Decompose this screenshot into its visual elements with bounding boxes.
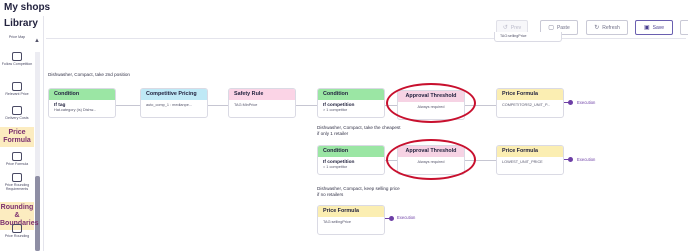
library-item-label: Price Formula <box>5 162 29 166</box>
execution-label: Execution <box>577 157 596 162</box>
flow-node-safety-rule[interactable]: Safety Rule TAG:MinPrice <box>228 88 296 118</box>
library-item-price-rounding-requirements[interactable]: Price Rounding Requirements <box>0 173 34 191</box>
node-header: Safety Rule <box>229 89 295 100</box>
rounding-req-icon <box>12 173 22 182</box>
save-icon: ▣ <box>643 25 650 31</box>
save-button[interactable]: ▣ Save <box>635 20 673 35</box>
library-item-price-rounding[interactable]: Price Rounding <box>0 224 34 238</box>
node-sub: Hat.category (is) Dishw... <box>54 108 97 112</box>
app-title: My shops <box>4 2 51 13</box>
connector-line <box>207 105 228 106</box>
library-sidebar: Library ▲ Price Map Follow Competition R… <box>0 16 44 251</box>
library-item-price-formula[interactable]: Price Formula <box>0 152 34 166</box>
node-sub: TAG:MinPrice <box>234 103 258 107</box>
node-header: Competitive Pricing <box>141 89 207 100</box>
flow-row-title: Dishwasher, Compact, keep selling price … <box>317 186 400 197</box>
node-sub: = 1 competitor <box>323 165 348 169</box>
relevant-price-icon <box>12 82 22 91</box>
truck-icon <box>12 106 22 115</box>
library-item-label: Follow Competition <box>1 62 33 66</box>
paste-icon: ▢ <box>548 25 554 31</box>
more-button[interactable] <box>680 20 688 35</box>
execution-dot[interactable] <box>568 100 573 105</box>
follow-icon <box>12 52 22 61</box>
execution-dot[interactable] <box>568 157 573 162</box>
library-item-label: Delivery Costs <box>5 116 29 120</box>
scroll-up-arrow-icon[interactable]: ▲ <box>34 38 40 44</box>
node-sub: COMPETITORS2_UNIT_P... <box>502 103 551 107</box>
flow-node-price-formula[interactable]: Price Formula COMPETITORS2_UNIT_P... <box>496 88 564 118</box>
refresh-button[interactable]: ↻ Refresh <box>586 20 628 35</box>
flow-row-title: Dishwasher, Compact, take 2nd position <box>48 72 130 77</box>
highlight-ring <box>386 139 476 180</box>
node-sub: TAG:sellingPrice <box>500 34 527 38</box>
execution-dot[interactable] <box>389 216 394 221</box>
top-bar: My shops <box>0 0 688 16</box>
execution-label: Execution <box>397 215 416 220</box>
connector-line <box>295 105 317 106</box>
node-sub: > 1 competitor <box>323 108 348 112</box>
execution-label: Execution <box>577 100 596 105</box>
library-item-label: Price Rounding <box>4 234 30 238</box>
flow-node-condition[interactable]: Condition If competition = 1 competitor <box>317 145 385 175</box>
flow-node-condition[interactable]: Condition If competition > 1 competitor <box>317 88 385 118</box>
node-header: Condition <box>318 89 384 100</box>
node-sub: TAG:sellingPrice <box>323 220 351 224</box>
node-sub: LOWEST_UNIT_PRICE <box>502 160 543 164</box>
library-category-price-formula[interactable]: Price Formula <box>0 127 34 147</box>
save-button-label: Save <box>652 24 665 31</box>
node-header: Price Formula <box>497 89 563 100</box>
flow-node-price-formula[interactable]: Price Formula TAG:sellingPrice <box>317 205 385 235</box>
sidebar-scrollbar-thumb[interactable] <box>35 176 40 251</box>
flow-node-competitive-pricing[interactable]: Competitive Pricing auto_comp_1 : median… <box>140 88 208 118</box>
refresh-button-label: Refresh <box>602 24 620 31</box>
library-item-label: Price Rounding Requirements <box>4 183 30 191</box>
flow-row-title: Dishwasher, Compact, take the cheapest i… <box>317 125 401 136</box>
library-item-delivery-costs[interactable]: Delivery Costs <box>0 106 34 120</box>
flow-node-price-formula[interactable]: Price Formula LOWEST_UNIT_PRICE <box>496 145 564 175</box>
highlight-ring <box>386 83 476 123</box>
refresh-icon: ↻ <box>594 25 600 31</box>
toolbar-divider <box>46 38 686 39</box>
library-item-price-map[interactable]: Price Map <box>0 34 34 39</box>
library-item-relevant-price[interactable]: Relevant Price <box>0 82 34 96</box>
node-header: Condition <box>49 89 115 100</box>
undo-icon: ↺ <box>502 25 508 31</box>
library-title: Library <box>4 18 38 29</box>
library-item-label: Price Map <box>8 35 26 39</box>
node-header: Condition <box>318 146 384 157</box>
prev-button-label: Prev <box>510 24 522 31</box>
library-item-label: Relevant Price <box>5 92 29 96</box>
library-item-follow-competition[interactable]: Follow Competition <box>0 52 34 66</box>
flow-node-cutoff[interactable]: TAG:sellingPrice <box>494 32 562 42</box>
paste-button-label: Paste <box>556 24 570 31</box>
node-header: Price Formula <box>318 206 384 217</box>
node-sub: auto_comp_1 : medianpe... <box>146 103 193 107</box>
rounding-icon <box>12 224 22 233</box>
node-header: Price Formula <box>497 146 563 157</box>
connector-line <box>115 105 140 106</box>
formula-icon <box>12 152 22 161</box>
flow-node-condition[interactable]: Condition If tag Hat.category (is) Dishw.… <box>48 88 116 118</box>
